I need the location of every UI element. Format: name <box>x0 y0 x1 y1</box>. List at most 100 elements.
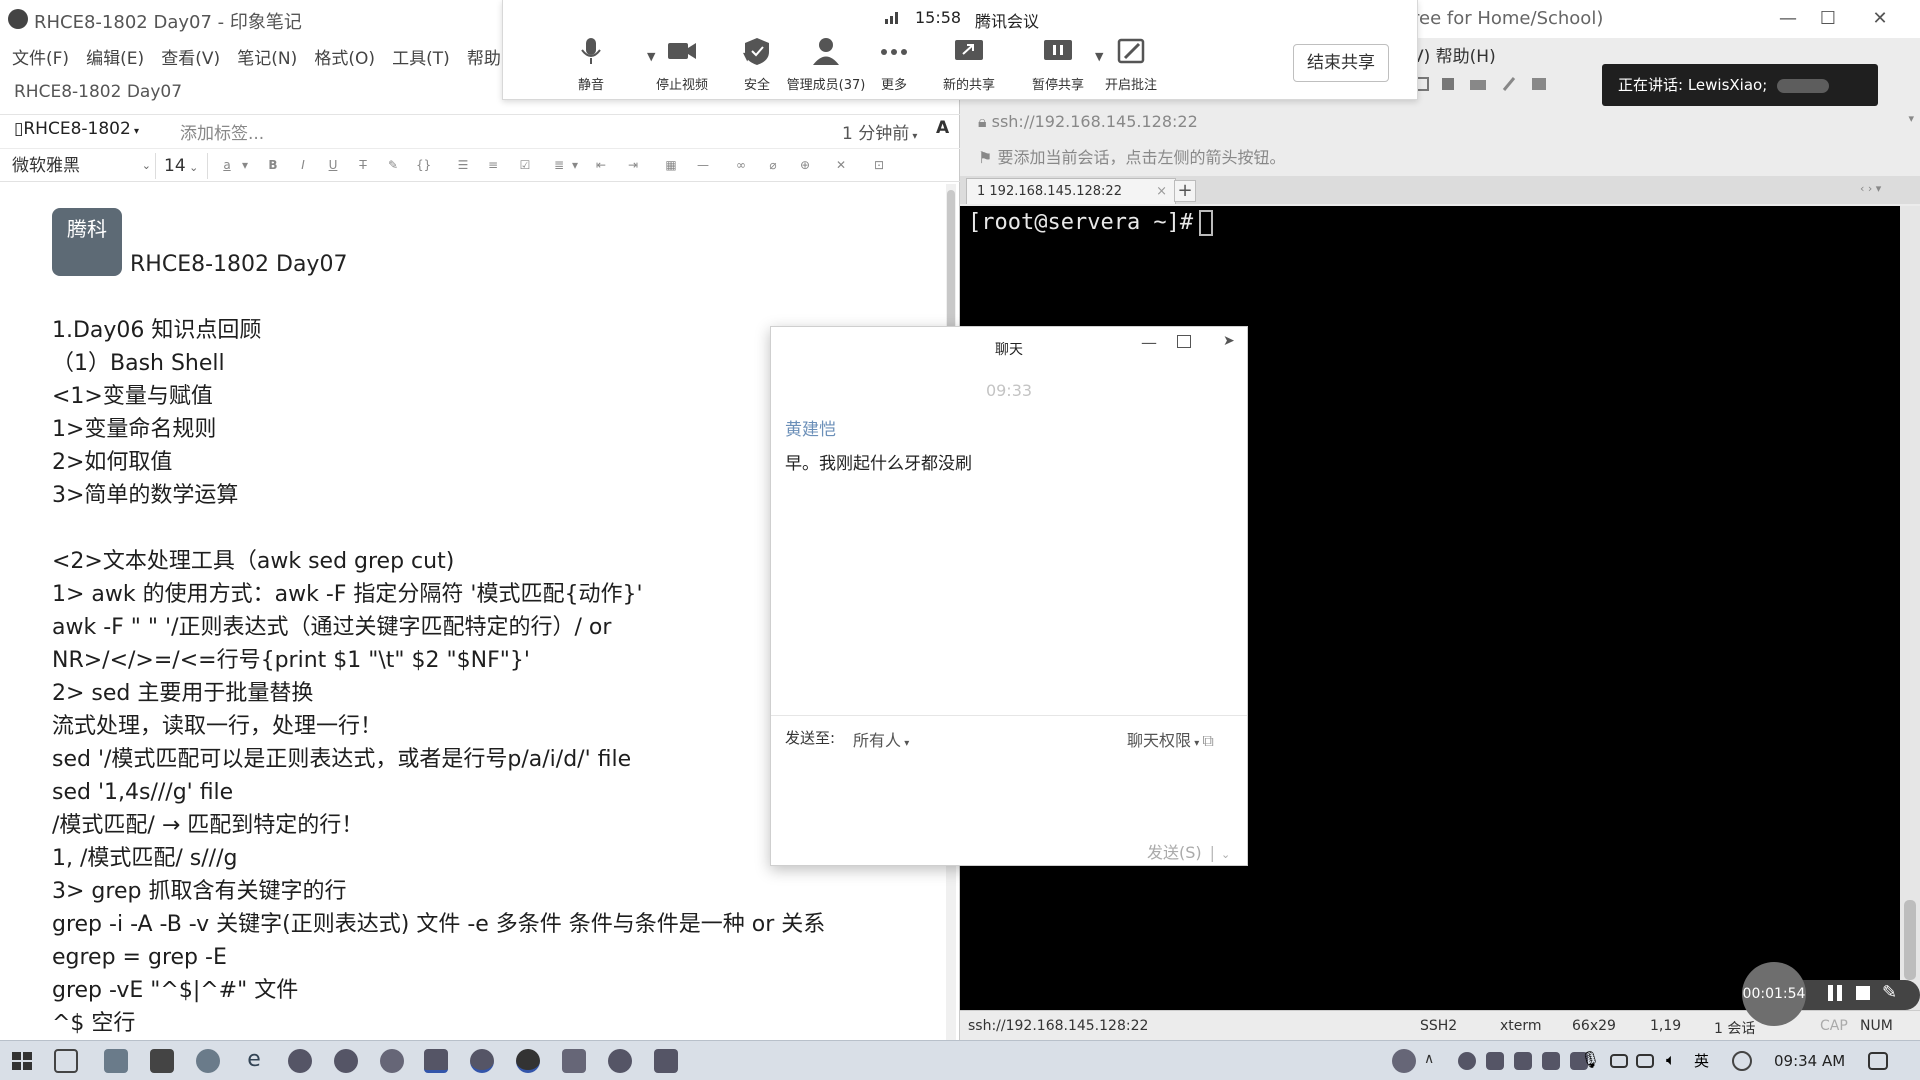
close-icon[interactable]: × <box>1156 179 1167 205</box>
unlink-icon[interactable]: ⌀ <box>766 158 780 172</box>
link-icon[interactable]: ∞ <box>734 158 748 172</box>
tray-icon[interactable] <box>1458 1052 1476 1070</box>
app-icon[interactable] <box>150 1049 174 1073</box>
italic-icon[interactable]: I <box>296 158 310 172</box>
lock-icon[interactable]: ⊡ <box>872 158 886 172</box>
pen-icon[interactable]: ✎ <box>1882 982 1897 1003</box>
chat-input[interactable] <box>785 759 1231 829</box>
network-icon[interactable] <box>1636 1054 1654 1068</box>
maximize-icon[interactable]: ☐ <box>1808 6 1848 32</box>
horizontal-rule-icon[interactable]: — <box>696 158 710 172</box>
menu-edit[interactable]: 编辑(E) <box>86 44 144 69</box>
app-icon[interactable] <box>562 1049 586 1073</box>
modified-time[interactable]: 1 分钟前 ▾ <box>842 119 917 144</box>
table-icon[interactable]: ▦ <box>664 158 678 172</box>
notification-icon[interactable] <box>1868 1052 1888 1070</box>
app-icon[interactable] <box>516 1049 540 1073</box>
code-icon[interactable]: {} <box>416 158 431 172</box>
app-icon[interactable] <box>288 1049 312 1073</box>
notebook-selector[interactable]: ▯RHCE8-1802 ▾ <box>14 119 139 139</box>
status-protocol: SSH2 <box>1420 1018 1458 1034</box>
tab-scroll-icon[interactable]: ‹ › ▾ <box>1860 182 1881 195</box>
session-hint: ⚑ 要添加当前会话，点击左侧的箭头按钮。 <box>978 144 1908 170</box>
note-title[interactable]: RHCE8-1802 Day07 <box>14 82 182 102</box>
bold-icon[interactable]: B <box>266 158 280 172</box>
app-icon[interactable] <box>104 1049 128 1073</box>
menu-note[interactable]: 笔记(N) <box>237 44 297 69</box>
underline-icon[interactable]: U <box>326 158 340 172</box>
app-icon[interactable] <box>380 1049 404 1073</box>
align-icon[interactable]: ≣ <box>552 158 566 172</box>
notebook-name: RHCE8-1802 <box>23 119 131 139</box>
strikethrough-icon[interactable]: T <box>356 158 370 172</box>
indent-icon[interactable]: ⇥ <box>626 158 640 172</box>
font-color-icon[interactable]: A <box>936 118 949 138</box>
chevron-up-icon[interactable]: ∧ <box>1424 1051 1434 1067</box>
tray-icon[interactable] <box>1542 1052 1560 1070</box>
close-icon[interactable]: ✕ <box>1860 6 1900 32</box>
volume-icon[interactable]: 🔈︎ <box>1666 1050 1676 1070</box>
app-icon[interactable] <box>608 1049 632 1073</box>
tray-icon[interactable] <box>1514 1052 1532 1070</box>
tray-icon[interactable] <box>1732 1051 1752 1071</box>
annotate-button[interactable]: 开启批注 <box>1086 36 1176 93</box>
highlighter-icon[interactable]: ✎ <box>386 158 400 172</box>
battery-icon[interactable] <box>1610 1054 1628 1068</box>
font-size-select[interactable]: 14 ⌄ <box>164 153 208 179</box>
note-line: egrep = grep -E <box>52 945 227 970</box>
mute-button[interactable]: 静音 <box>546 36 636 93</box>
menu-help[interactable]: 帮助 <box>467 44 501 69</box>
xshell-menubar[interactable]: V) 帮助(H) <box>1412 42 1496 67</box>
address-bar[interactable]: 🔒︎ ssh://192.168.145.128:22 ▾ <box>978 112 1914 138</box>
attachment-icon[interactable]: ⊕ <box>798 158 812 172</box>
outdent-icon[interactable]: ⇤ <box>594 158 608 172</box>
chevron-down-icon[interactable]: ▾ <box>238 158 252 172</box>
edge-icon[interactable]: e <box>242 1049 266 1073</box>
chat-permission-select[interactable]: 聊天权限 ▾ ⧉ <box>1127 727 1214 751</box>
taskbar-clock[interactable]: 09:34 AM <box>1774 1052 1845 1070</box>
menu-file[interactable]: 文件(F) <box>12 44 69 69</box>
chevron-down-icon[interactable]: ▾ <box>568 158 582 172</box>
add-tag-input[interactable]: 添加标签... <box>180 119 264 144</box>
pause-icon[interactable] <box>1826 984 1844 1002</box>
app-icon[interactable] <box>470 1049 494 1073</box>
clear-format-icon[interactable]: ✕ <box>834 158 848 172</box>
minimize-icon[interactable]: — <box>1141 333 1157 352</box>
numbered-list-icon[interactable]: ≡ <box>486 158 500 172</box>
xshell-toolbar-icons[interactable] <box>1412 72 1592 96</box>
app-icon[interactable] <box>424 1049 448 1073</box>
note-scrollbar-thumb[interactable] <box>947 190 955 330</box>
session-tab-label: 1 192.168.145.128:22 <box>977 184 1122 199</box>
app-icon[interactable] <box>654 1049 678 1073</box>
windows-start-icon[interactable] <box>10 1049 34 1073</box>
new-tab-button[interactable]: + <box>1174 180 1196 202</box>
new-share-button[interactable]: 新的共享 <box>924 36 1014 93</box>
minimize-icon[interactable]: — <box>1768 6 1808 32</box>
app-icon[interactable] <box>196 1049 220 1073</box>
menu-format[interactable]: 格式(O) <box>314 44 375 69</box>
note-heading: RHCE8-1802 Day07 <box>130 252 348 277</box>
help-icon[interactable] <box>1392 1049 1416 1073</box>
checkbox-icon[interactable]: ☑ <box>518 158 532 172</box>
font-family-select[interactable]: 微软雅黑 ⌄ <box>8 153 156 179</box>
stop-icon[interactable] <box>1856 986 1870 1000</box>
menu-tools[interactable]: 工具(T) <box>392 44 450 69</box>
terminal-scrollbar[interactable] <box>1900 206 1920 1010</box>
session-tab[interactable]: 1 192.168.145.128:22 × <box>966 178 1176 204</box>
send-button[interactable]: 发送(S) | ⌄ <box>1147 839 1230 863</box>
task-view-icon[interactable] <box>54 1049 78 1073</box>
end-share-button[interactable]: 结束共享 <box>1293 44 1389 82</box>
text-color-icon[interactable]: a <box>220 158 234 172</box>
microphone-icon <box>581 38 601 64</box>
bullet-list-icon[interactable]: ☰ <box>456 158 470 172</box>
ime-icon[interactable]: 英 <box>1694 1050 1709 1071</box>
chevron-down-icon[interactable]: ▾ <box>1908 112 1914 125</box>
maximize-icon[interactable] <box>1177 335 1191 348</box>
note-tagbar: ▯RHCE8-1802 ▾ 添加标签... 1 分钟前 ▾ A <box>0 114 960 144</box>
microphone-icon[interactable]: 🎙︎ <box>1580 1050 1600 1069</box>
send-to-select[interactable]: 所有人 ▾ <box>853 727 909 751</box>
tray-icon[interactable] <box>1486 1052 1504 1070</box>
app-icon[interactable] <box>334 1049 358 1073</box>
terminal-scrollbar-thumb[interactable] <box>1904 900 1916 980</box>
menu-view[interactable]: 查看(V) <box>161 44 220 69</box>
